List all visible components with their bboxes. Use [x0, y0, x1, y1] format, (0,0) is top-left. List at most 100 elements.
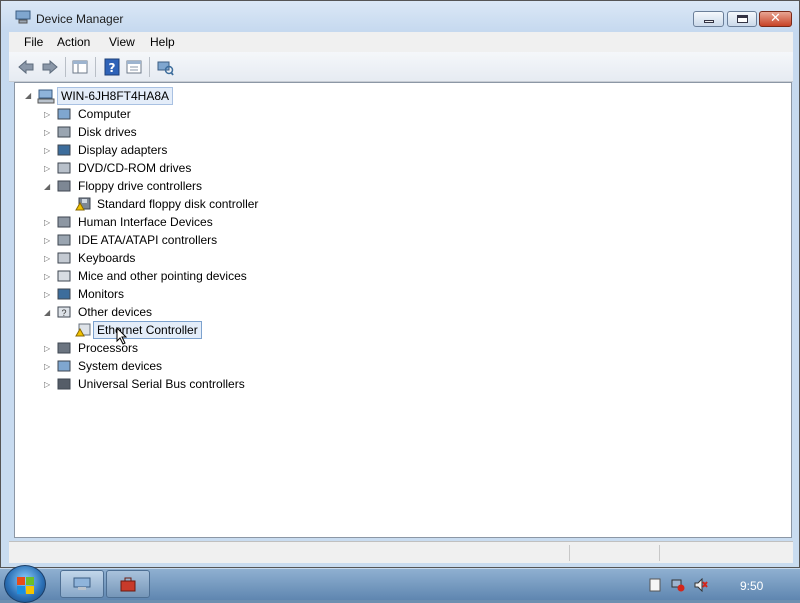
expand-arrow-icon[interactable]: ▷ — [44, 290, 52, 300]
expand-arrow-icon[interactable]: ▷ — [44, 380, 52, 390]
tree-item-label[interactable]: System devices — [78, 359, 162, 373]
maximize-button[interactable] — [727, 11, 757, 27]
device-manager-icon — [73, 577, 91, 590]
close-button[interactable]: ✕ — [759, 11, 792, 27]
tree-item-universal-serial-bus-controllers[interactable]: ▷ Universal Serial Bus controllers — [44, 375, 304, 393]
tree-item-mice-and-other-pointing-devices[interactable]: ▷ Mice and other pointing devices — [44, 267, 304, 285]
other-devices-icon: ? — [57, 306, 71, 318]
tree-item-processors[interactable]: ▷ Processors — [44, 339, 304, 357]
svg-text:?: ? — [109, 61, 116, 75]
tree-item-display-adapters[interactable]: ▷ Display adapters — [44, 141, 304, 159]
tree-item-human-interface-devices[interactable]: ▷ Human Interface Devices — [44, 213, 304, 231]
system-devices-icon — [57, 360, 71, 372]
unknown-device-warning-icon — [75, 323, 91, 337]
forward-arrow-icon[interactable] — [41, 58, 59, 76]
menu-file[interactable]: File — [24, 35, 43, 49]
status-bar — [9, 541, 793, 563]
tree-item-label[interactable]: Computer — [78, 107, 131, 121]
action-center-icon[interactable] — [648, 578, 662, 592]
expand-arrow-icon[interactable]: ▷ — [44, 146, 52, 156]
device-manager-icon — [15, 10, 31, 24]
back-arrow-icon[interactable] — [17, 58, 35, 76]
tree-item-label[interactable]: DVD/CD-ROM drives — [78, 161, 191, 175]
expand-arrow-icon[interactable]: ▷ — [44, 218, 52, 228]
window-title: Device Manager — [36, 12, 124, 26]
tree-item-label[interactable]: Universal Serial Bus controllers — [78, 377, 245, 391]
properties-icon[interactable] — [125, 58, 143, 76]
toolbar-separator — [65, 57, 66, 77]
start-button[interactable] — [4, 565, 46, 603]
tree-item-label[interactable]: IDE ATA/ATAPI controllers — [78, 233, 217, 247]
network-disconnected-icon[interactable] — [671, 578, 685, 592]
collapse-arrow-icon[interactable]: ◢ — [44, 182, 52, 192]
help-icon[interactable]: ? — [103, 58, 121, 76]
tree-item-disk-drives[interactable]: ▷ Disk drives — [44, 123, 304, 141]
display-adapter-icon — [57, 144, 71, 156]
minimize-button[interactable] — [693, 11, 724, 27]
show-hide-console-tree-icon[interactable] — [71, 58, 89, 76]
expand-arrow-icon[interactable]: ▷ — [44, 236, 52, 246]
tree-item-label[interactable]: Floppy drive controllers — [78, 179, 202, 193]
windows-logo-icon — [17, 577, 25, 585]
tree-item-label[interactable]: Other devices — [78, 305, 152, 319]
expand-arrow-icon[interactable]: ▷ — [44, 164, 52, 174]
windows-logo-icon — [17, 586, 25, 594]
title-bar[interactable]: Device Manager ✕ — [1, 1, 799, 33]
keyboard-icon — [57, 252, 71, 264]
tree-item-label[interactable]: Processors — [78, 341, 138, 355]
floppy-controller-icon — [57, 180, 71, 192]
dvd-drive-icon — [57, 162, 71, 174]
taskbar-toolbox-button[interactable] — [106, 570, 150, 598]
windows-logo-icon — [26, 577, 34, 585]
tree-item-ethernet-controller[interactable]: Ethernet Controller — [75, 321, 245, 339]
tree-item-other-devices[interactable]: ◢? Other devices — [44, 303, 304, 321]
expand-arrow-icon[interactable]: ▷ — [44, 272, 52, 282]
toolbar-separator — [95, 57, 96, 77]
tree-item-label[interactable]: Display adapters — [78, 143, 167, 157]
windows-logo-icon — [26, 586, 34, 594]
tree-root[interactable]: ◢ WIN-6JH8FT4HA8A — [25, 87, 225, 105]
tree-item-computer[interactable]: ▷ Computer — [44, 105, 304, 123]
computer-icon — [57, 108, 71, 120]
computer-name[interactable]: WIN-6JH8FT4HA8A — [57, 87, 174, 105]
tree-item-label[interactable]: Monitors — [78, 287, 124, 301]
tree-item-label[interactable]: Disk drives — [78, 125, 137, 139]
usb-icon — [57, 378, 71, 390]
computer-root-icon — [37, 89, 55, 104]
system-clock[interactable]: 9:50 — [740, 579, 763, 593]
collapse-arrow-icon[interactable]: ◢ — [25, 91, 33, 101]
expand-arrow-icon[interactable]: ▷ — [44, 128, 52, 138]
tree-item-label-selected[interactable]: Ethernet Controller — [93, 321, 202, 339]
tree-item-dvd-cd-rom-drives[interactable]: ▷ DVD/CD-ROM drives — [44, 159, 304, 177]
tree-item-label[interactable]: Keyboards — [78, 251, 135, 265]
toolbar-separator — [149, 57, 150, 77]
tree-item-monitors[interactable]: ▷ Monitors — [44, 285, 304, 303]
tree-item-floppy-drive-controllers[interactable]: ◢ Floppy drive controllers — [44, 177, 304, 195]
menu-action[interactable]: Action — [57, 35, 90, 49]
tree-item-label[interactable]: Standard floppy disk controller — [97, 197, 258, 211]
tree-item-label[interactable]: Human Interface Devices — [78, 215, 213, 229]
menu-help[interactable]: Help — [150, 35, 175, 49]
expand-arrow-icon[interactable]: ▷ — [44, 254, 52, 264]
device-tree: ◢ WIN-6JH8FT4HA8A ▷ Computer ▷ Disk drives ▷… — [14, 82, 792, 538]
toolbar: ? — [9, 52, 793, 82]
collapse-arrow-icon[interactable]: ◢ — [44, 308, 52, 318]
expand-arrow-icon[interactable]: ▷ — [44, 362, 52, 372]
taskbar-device-manager-button[interactable] — [60, 570, 104, 598]
tree-item-standard-floppy[interactable]: Standard floppy disk controller — [75, 195, 295, 213]
tree-item-keyboards[interactable]: ▷ Keyboards — [44, 249, 304, 267]
tree-item-system-devices[interactable]: ▷ System devices — [44, 357, 304, 375]
expand-arrow-icon[interactable]: ▷ — [44, 344, 52, 354]
tree-item-label[interactable]: Mice and other pointing devices — [78, 269, 247, 283]
processor-icon — [57, 342, 71, 354]
device-manager-window: Device Manager ✕ File Action View Help ? — [0, 0, 800, 568]
menu-view[interactable]: View — [109, 35, 135, 49]
hid-icon — [57, 216, 71, 228]
expand-arrow-icon[interactable]: ▷ — [44, 110, 52, 120]
volume-muted-icon[interactable] — [694, 578, 708, 592]
scan-hardware-changes-icon[interactable] — [156, 58, 174, 76]
mouse-cursor-icon — [116, 327, 128, 345]
ide-controller-icon — [57, 234, 71, 246]
tree-item-ide-ata-atapi-controllers[interactable]: ▷ IDE ATA/ATAPI controllers — [44, 231, 304, 249]
disk-drive-icon — [57, 126, 71, 138]
